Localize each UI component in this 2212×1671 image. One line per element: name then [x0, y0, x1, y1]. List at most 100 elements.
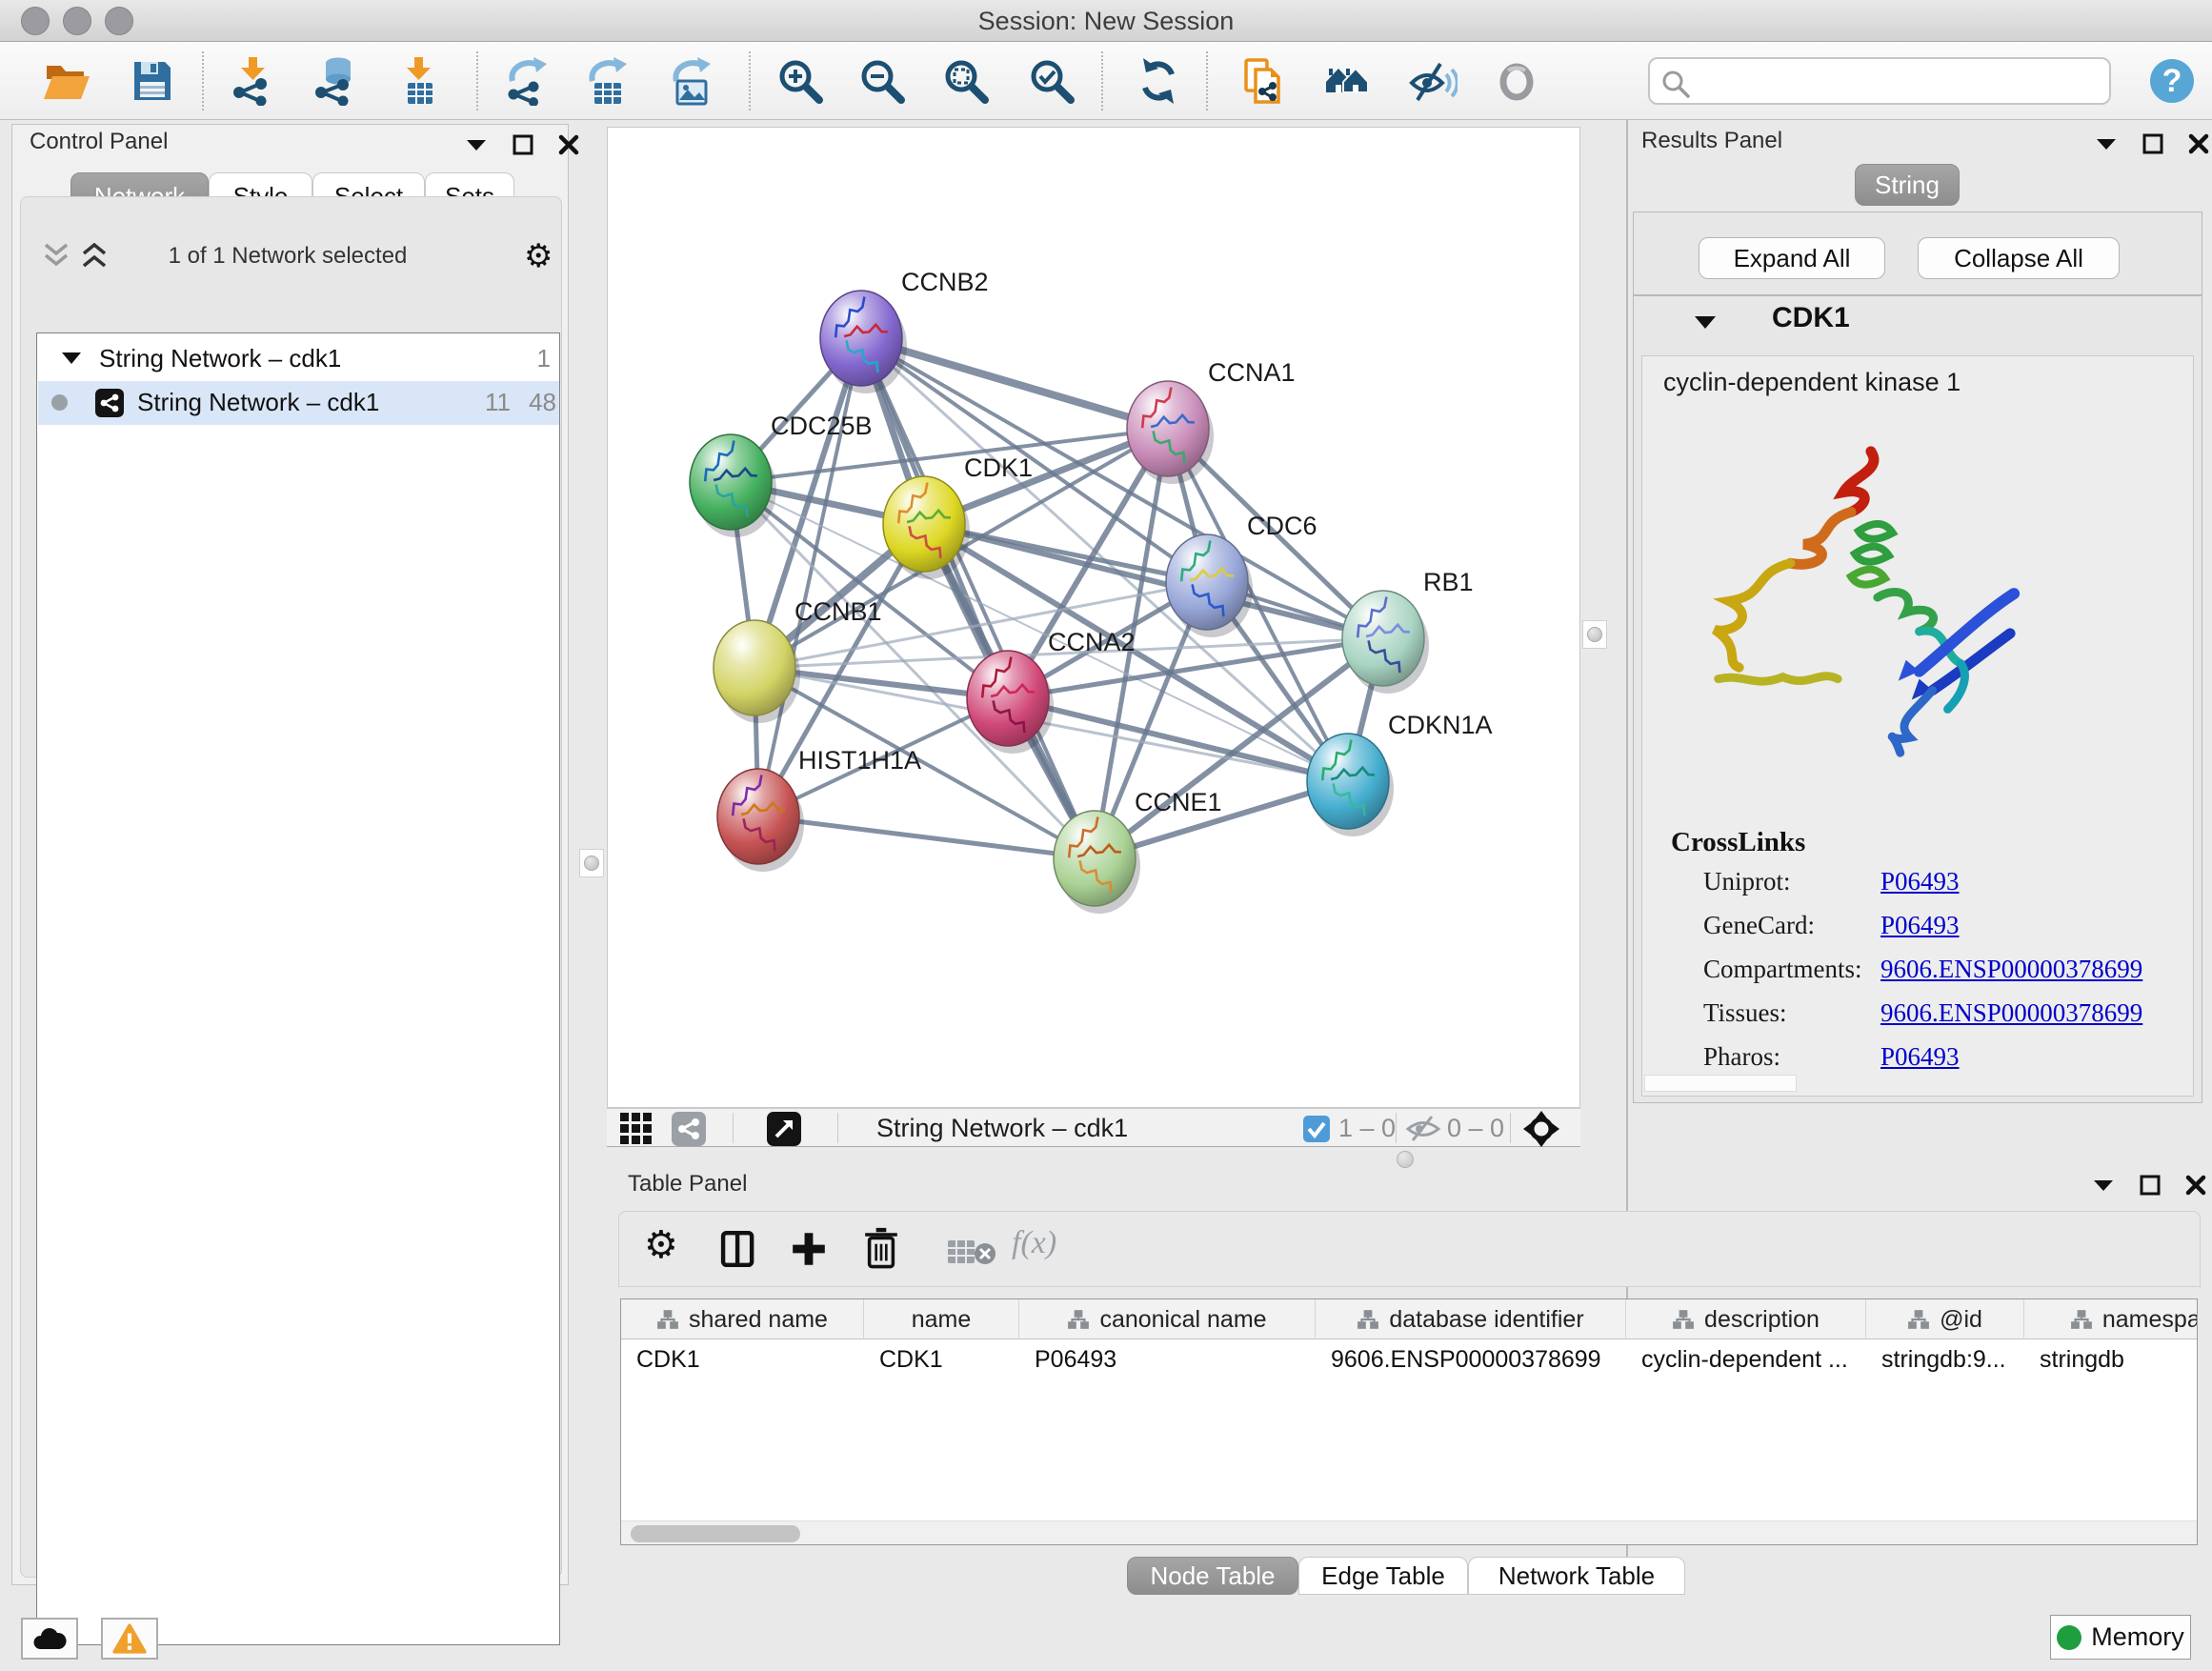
refresh-icon[interactable]	[1134, 56, 1183, 106]
node-label: CDC25B	[771, 412, 873, 440]
node-label: CCNE1	[1135, 788, 1222, 816]
close-panel-icon[interactable]	[2188, 133, 2209, 154]
delete-icon[interactable]	[859, 1225, 903, 1273]
import-network-icon[interactable]	[229, 56, 278, 106]
tab-edge-table[interactable]: Edge Table	[1298, 1557, 1468, 1595]
table-cell[interactable]: cyclin-dependent ...	[1626, 1339, 1866, 1379]
left-splitter-handle[interactable]	[579, 849, 604, 877]
network-edge[interactable]	[924, 524, 1383, 638]
network-node-CDK1[interactable]	[883, 476, 970, 579]
close-panel-icon[interactable]	[2185, 1175, 2206, 1196]
birdseye-icon[interactable]	[767, 1112, 801, 1146]
network-edge[interactable]	[861, 338, 1168, 429]
tree-expand-icon[interactable]	[61, 351, 82, 366]
gear-icon[interactable]: ⚙	[644, 1223, 678, 1267]
help-icon[interactable]: ?	[2147, 56, 2197, 106]
zoom-in-icon[interactable]	[775, 56, 825, 106]
crosslink-link[interactable]: P06493	[1880, 1042, 1960, 1072]
network-node-CCNE1[interactable]	[1054, 811, 1140, 914]
zoom-out-icon[interactable]	[857, 56, 907, 106]
network-row-selected[interactable]: String Network – cdk1 11 48	[38, 381, 559, 425]
selected-counts: 1 – 0	[1338, 1114, 1396, 1143]
columns-icon[interactable]	[716, 1227, 760, 1271]
import-database-icon[interactable]	[311, 56, 360, 106]
crosshair-icon[interactable]	[1523, 1111, 1559, 1147]
export-network-icon[interactable]	[503, 56, 553, 106]
hide-panel-icon[interactable]	[1408, 56, 1458, 106]
home-icon[interactable]	[1322, 56, 1372, 106]
checkbox-icon[interactable]	[1303, 1116, 1330, 1142]
expand-all-button[interactable]: Expand All	[1699, 237, 1885, 279]
show-panel-icon[interactable]	[1492, 56, 1541, 106]
warning-button[interactable]	[101, 1618, 158, 1660]
column-header-name[interactable]: name	[864, 1299, 1019, 1339]
collapse-all-icon[interactable]	[42, 243, 70, 268]
clone-network-icon[interactable]	[1238, 56, 1288, 106]
memory-button[interactable]: Memory	[2050, 1615, 2191, 1660]
table-cell[interactable]: stringdb:9...	[1866, 1339, 2024, 1379]
cloud-button[interactable]	[21, 1618, 78, 1660]
column-header-description[interactable]: description	[1626, 1299, 1866, 1339]
column-header-canonicalname[interactable]: canonical name	[1019, 1299, 1316, 1339]
panel-menu-icon[interactable]	[465, 136, 488, 153]
search-input[interactable]	[1648, 57, 2111, 105]
network-edge[interactable]	[758, 816, 1095, 858]
tab-network-table[interactable]: Network Table	[1468, 1557, 1685, 1595]
expand-all-icon[interactable]	[80, 243, 109, 268]
grid-icon[interactable]	[620, 1113, 653, 1145]
share-network-icon[interactable]	[672, 1112, 706, 1146]
float-panel-icon[interactable]	[2140, 1175, 2161, 1196]
import-table-icon[interactable]	[394, 56, 444, 106]
table-cell[interactable]: 9606.ENSP00000378699	[1316, 1339, 1626, 1379]
network-edge[interactable]	[758, 338, 861, 816]
column-header-databaseidentifier[interactable]: database identifier	[1316, 1299, 1626, 1339]
table-cell[interactable]: CDK1	[621, 1339, 864, 1379]
save-session-icon[interactable]	[128, 56, 177, 106]
column-header-namespace[interactable]: namespace	[2024, 1299, 2198, 1339]
network-node-CCNB2[interactable]	[820, 291, 907, 393]
table-scrollbar[interactable]	[621, 1520, 2197, 1545]
separator	[733, 1113, 734, 1143]
column-header-id[interactable]: @id	[1866, 1299, 2024, 1339]
network-node-CDKN1A[interactable]	[1307, 734, 1394, 836]
right-splitter-handle[interactable]	[1582, 620, 1607, 649]
network-node-CDC25B[interactable]	[690, 434, 776, 537]
add-column-icon[interactable]	[787, 1227, 831, 1271]
network-node-RB1[interactable]	[1342, 591, 1429, 694]
table-cell[interactable]: stringdb	[2024, 1339, 2198, 1379]
horizontal-splitter-handle[interactable]	[1397, 1151, 1414, 1168]
network-node-CDC6[interactable]	[1166, 534, 1253, 637]
crosslink-link[interactable]: 9606.ENSP00000378699	[1880, 998, 2142, 1028]
panel-menu-icon[interactable]	[2092, 1177, 2115, 1194]
entry-name: CDK1	[1772, 302, 1850, 334]
results-scrollbar[interactable]	[1644, 1075, 1797, 1092]
tab-string[interactable]: String	[1855, 164, 1960, 206]
float-panel-icon[interactable]	[2142, 133, 2163, 154]
zoom-selected-icon[interactable]	[1027, 56, 1076, 106]
close-panel-icon[interactable]	[558, 134, 579, 155]
export-image-icon[interactable]	[667, 56, 716, 106]
panel-menu-icon[interactable]	[2095, 135, 2118, 152]
open-session-icon[interactable]	[42, 56, 91, 106]
collapse-all-button[interactable]: Collapse All	[1918, 237, 2120, 279]
tab-node-table[interactable]: Node Table	[1127, 1557, 1298, 1595]
entry-collapse-icon[interactable]	[1693, 313, 1718, 332]
node-table[interactable]: shared namenamecanonical namedatabase id…	[620, 1299, 2198, 1545]
float-panel-icon[interactable]	[513, 134, 533, 155]
table-cell[interactable]: CDK1	[864, 1339, 1019, 1379]
zoom-fit-icon[interactable]	[941, 56, 991, 106]
network-edge[interactable]	[861, 338, 1095, 858]
crosslink-link[interactable]: P06493	[1880, 911, 1960, 940]
column-header-sharedname[interactable]: shared name	[621, 1299, 864, 1339]
network-node-HIST1H1A[interactable]	[717, 769, 804, 872]
table-cell[interactable]: P06493	[1019, 1339, 1316, 1379]
crosslink-link[interactable]: 9606.ENSP00000378699	[1880, 955, 2142, 984]
table-scrollbar-thumb[interactable]	[631, 1525, 800, 1542]
table-row[interactable]: CDK1CDK1P064939606.ENSP00000378699cyclin…	[621, 1339, 2198, 1379]
export-table-icon[interactable]	[583, 56, 633, 106]
network-canvas[interactable]: CCNB2CCNA1CDC25BCDK1CDC6RB1CCNB1CCNA2CDK…	[607, 127, 1580, 1108]
gear-icon[interactable]: ⚙	[524, 237, 553, 275]
crosslink-link[interactable]: P06493	[1880, 867, 1960, 896]
network-collection-row[interactable]: String Network – cdk1 1	[38, 337, 559, 381]
network-node-CCNA1[interactable]	[1127, 381, 1214, 484]
